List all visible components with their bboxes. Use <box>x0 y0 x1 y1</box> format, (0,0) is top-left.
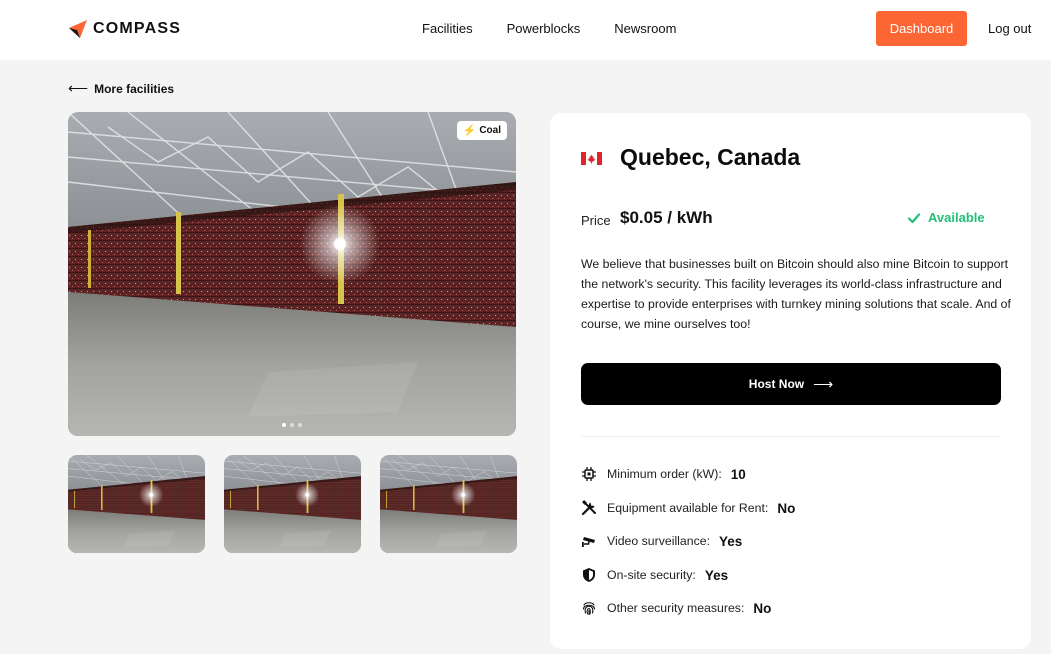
checkmark-icon <box>907 212 921 223</box>
spec-value: Yes <box>704 567 729 583</box>
compass-logo-icon <box>69 20 87 38</box>
price-label: Price <box>581 213 611 228</box>
host-now-label: Host Now <box>748 377 805 391</box>
spec-video-surveillance: Video surveillance: Yes <box>581 533 742 549</box>
chip-icon <box>582 467 596 481</box>
divider <box>581 436 1001 437</box>
facility-main-image[interactable]: ⚡ Coal <box>68 112 516 436</box>
back-link-label: More facilities <box>94 81 175 96</box>
brand-logo[interactable]: COMPASS <box>68 19 181 39</box>
spec-onsite-security: On-site security: Yes <box>581 567 728 583</box>
gallery-thumbnail[interactable] <box>224 455 361 553</box>
availability-label: Available <box>928 210 985 225</box>
nav-link-facilities[interactable]: Facilities <box>422 21 473 36</box>
tools-icon <box>581 500 596 516</box>
carousel-dot[interactable] <box>298 423 302 427</box>
camera-icon <box>582 537 595 547</box>
spec-label: On-site security: <box>607 568 696 582</box>
brand-name: COMPASS <box>93 20 182 37</box>
logout-link[interactable]: Log out <box>988 21 1031 36</box>
spec-value: No <box>753 600 772 616</box>
thumbnail-photo <box>68 455 205 553</box>
facility-details-card: Quebec, Canada Price $0.05 / kWh Availab… <box>550 113 1031 649</box>
back-to-facilities-link[interactable]: ⟵ More facilities <box>68 80 174 97</box>
host-now-button[interactable]: Host Now ⟶ <box>581 363 1001 405</box>
spec-value: 10 <box>730 466 746 482</box>
carousel-dots <box>68 423 516 427</box>
nav-link-newsroom[interactable]: Newsroom <box>614 21 676 36</box>
gallery-thumbnail[interactable] <box>68 455 205 553</box>
nav-link-powerblocks[interactable]: Powerblocks <box>507 21 581 36</box>
spec-value: Yes <box>719 533 743 549</box>
fingerprint-icon <box>582 602 596 616</box>
facility-description: We believe that businesses built on Bitc… <box>581 257 1011 331</box>
canada-flag-icon <box>581 152 602 165</box>
spec-label: Equipment available for Rent: <box>607 501 769 515</box>
warehouse-photo <box>68 112 516 436</box>
lightning-bolt-icon: ⚡ <box>462 125 477 137</box>
energy-source-label: Coal <box>479 125 501 136</box>
carousel-dot[interactable] <box>282 423 286 427</box>
main-nav: Facilities Powerblocks Newsroom <box>422 21 710 36</box>
gallery-thumbnail[interactable] <box>380 455 517 553</box>
spec-label: Video surveillance: <box>607 534 710 548</box>
top-navigation-bar: COMPASS Facilities Powerblocks Newsroom … <box>0 0 1051 60</box>
price-value: $0.05 / kWh <box>620 208 713 227</box>
spec-minimum-order: Minimum order (kW): 10 <box>581 466 746 482</box>
arrow-left-icon: ⟵ <box>68 80 89 96</box>
carousel-dot[interactable] <box>290 423 294 427</box>
spec-value: No <box>777 500 796 516</box>
facility-location-title: Quebec, Canada <box>620 144 801 170</box>
dashboard-button[interactable]: Dashboard <box>876 11 967 46</box>
spec-label: Minimum order (kW): <box>607 467 722 481</box>
arrow-right-icon: ⟶ <box>813 375 834 392</box>
spec-other-security: Other security measures: No <box>581 600 771 616</box>
thumbnail-photo <box>224 455 361 553</box>
shield-icon <box>583 568 595 582</box>
energy-source-badge: ⚡ Coal <box>456 121 507 140</box>
spec-equipment-rent: Equipment available for Rent: No <box>581 500 795 516</box>
thumbnail-photo <box>380 455 517 553</box>
spec-label: Other security measures: <box>607 601 745 615</box>
availability-status: Available <box>907 210 985 225</box>
